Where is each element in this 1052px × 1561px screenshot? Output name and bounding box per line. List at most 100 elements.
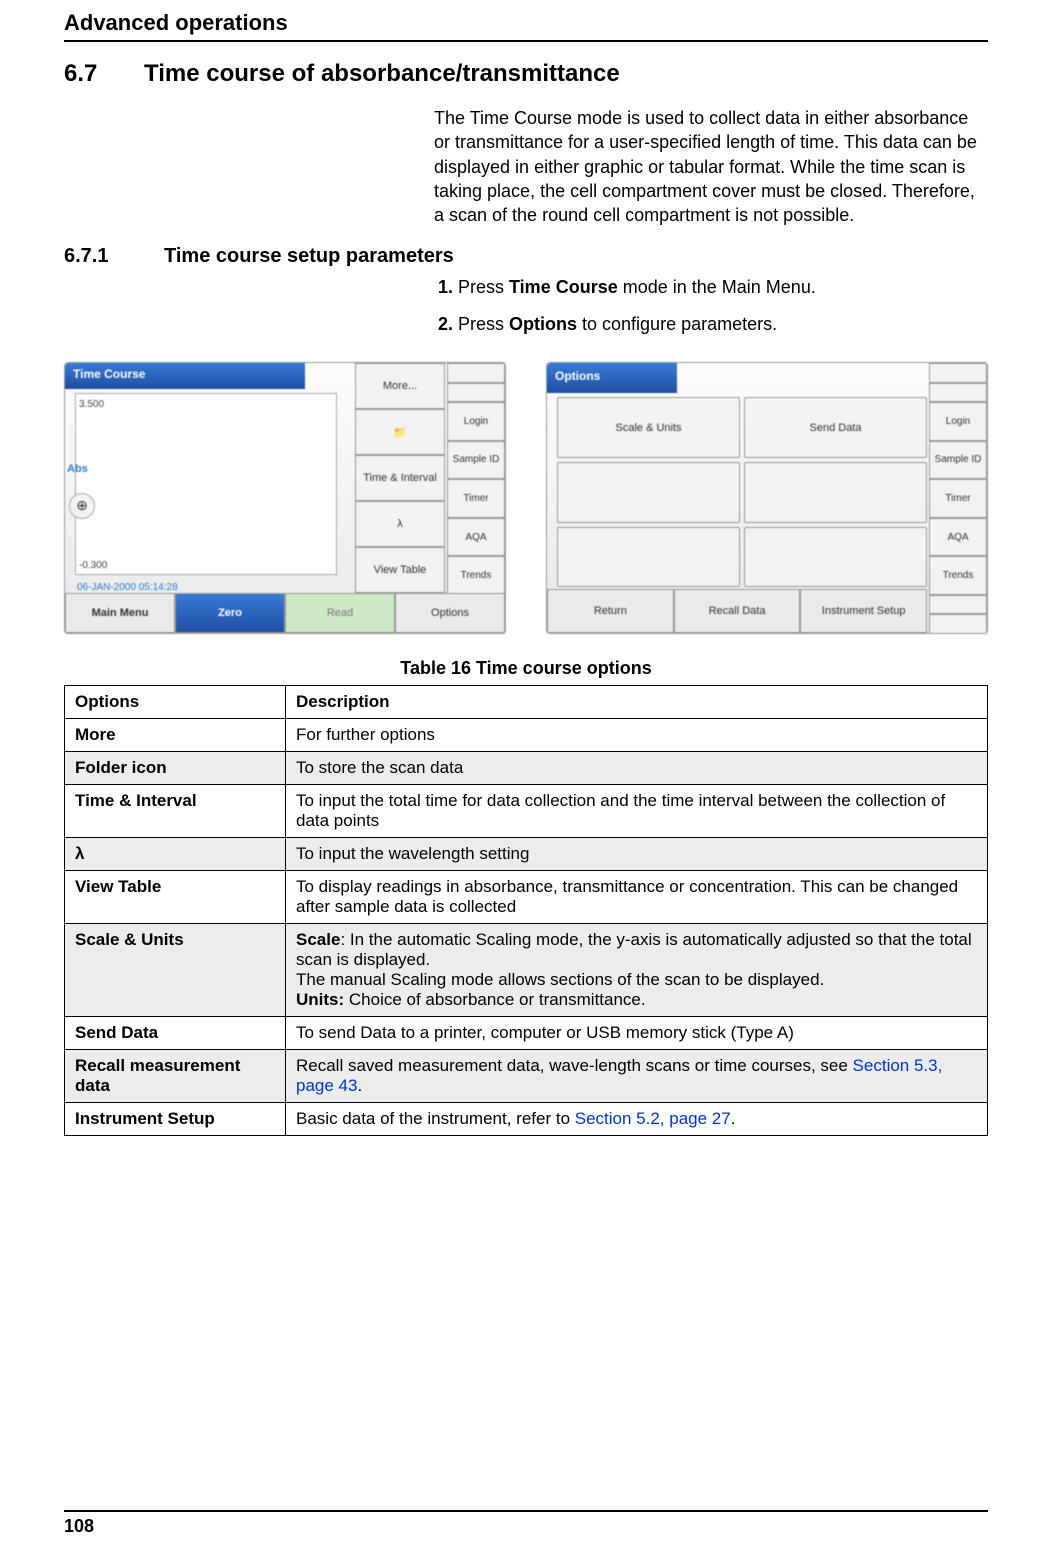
login-button[interactable]: Login <box>447 402 505 441</box>
s1-date: 06-JAN-2000 05:14:28 <box>77 582 178 593</box>
s2-grid: Scale & Units Send Data <box>557 397 927 587</box>
header-rule <box>64 40 988 42</box>
step-1-bold: Time Course <box>509 277 618 297</box>
section-heading: 6.7Time course of absorbance/transmittan… <box>64 60 988 88</box>
time-interval-button[interactable]: Time & Interval <box>355 455 445 501</box>
row-opt: λ <box>65 838 286 871</box>
scale-units-button[interactable]: Scale & Units <box>557 397 740 458</box>
step-2: Press Options to configure parameters. <box>458 311 988 338</box>
view-table-button[interactable]: View Table <box>355 547 445 593</box>
table-row: Recall measurement data Recall saved mea… <box>65 1050 988 1103</box>
row-opt: View Table <box>65 871 286 924</box>
table-row: View Table To display readings in absorb… <box>65 871 988 924</box>
table-row: Scale & Units Scale: In the automatic Sc… <box>65 924 988 1017</box>
sample-id-button[interactable]: Sample ID <box>447 441 505 480</box>
desc-post: . <box>731 1109 736 1128</box>
table-row: More For further options <box>65 719 988 752</box>
row-opt: Recall measurement data <box>65 1050 286 1103</box>
aqa-button[interactable]: AQA <box>447 518 505 557</box>
row-desc: Recall saved measurement data, wave-leng… <box>286 1050 988 1103</box>
aqa-button[interactable]: AQA <box>929 518 987 557</box>
row-desc: To display readings in absorbance, trans… <box>286 871 988 924</box>
s2-sidebar: Login Sample ID Timer AQA Trends <box>929 363 987 633</box>
scroll-up-icon[interactable] <box>447 363 505 402</box>
row-opt: Folder icon <box>65 752 286 785</box>
empty-cell <box>557 462 740 523</box>
step-2-pre: Press <box>458 314 509 334</box>
sample-id-button[interactable]: Sample ID <box>929 441 987 480</box>
step-1-post: mode in the Main Menu. <box>618 277 816 297</box>
options-button[interactable]: Options <box>395 593 505 633</box>
desc-post: . <box>357 1076 362 1095</box>
scale-text2: The manual Scaling mode allows sections … <box>296 970 824 989</box>
timer-button[interactable]: Timer <box>929 479 987 518</box>
row-opt: Time & Interval <box>65 785 286 838</box>
table-row: Send Data To send Data to a printer, com… <box>65 1017 988 1050</box>
s1-right-column: More... 📁 Time & Interval λ View Table <box>355 363 445 593</box>
scroll-down-icon[interactable] <box>929 595 987 634</box>
trends-button[interactable]: Trends <box>929 556 987 595</box>
row-desc: To input the wavelength setting <box>286 838 988 871</box>
units-bold: Units: <box>296 990 344 1009</box>
folder-icon[interactable]: 📁 <box>355 409 445 455</box>
s1-plot-area <box>75 393 337 575</box>
read-button[interactable]: Read <box>285 593 395 633</box>
more-button[interactable]: More... <box>355 363 445 409</box>
scroll-up-icon[interactable] <box>929 363 987 402</box>
table-row: Instrument Setup Basic data of the instr… <box>65 1103 988 1136</box>
page-number: 108 <box>64 1516 988 1537</box>
trends-button[interactable]: Trends <box>447 556 505 595</box>
desc-pre: Basic data of the instrument, refer to <box>296 1109 575 1128</box>
recall-data-button[interactable]: Recall Data <box>674 589 801 633</box>
row-opt: Send Data <box>65 1017 286 1050</box>
th-options: Options <box>65 686 286 719</box>
desc-pre: Recall saved measurement data, wave-leng… <box>296 1056 853 1075</box>
row-opt: Scale & Units <box>65 924 286 1017</box>
steps-list: Press Time Course mode in the Main Menu.… <box>434 274 988 338</box>
s1-ymax: 3.500 <box>79 399 104 410</box>
step-1-pre: Press <box>458 277 509 297</box>
empty-cell <box>744 527 927 588</box>
section-body: The Time Course mode is used to collect … <box>434 106 988 227</box>
timer-button[interactable]: Timer <box>447 479 505 518</box>
units-text: Choice of absorbance or transmittance. <box>344 990 645 1009</box>
options-table: Options Description More For further opt… <box>64 685 988 1136</box>
main-menu-button[interactable]: Main Menu <box>65 593 175 633</box>
subsection-title: Time course setup parameters <box>164 245 454 267</box>
screenshot-options: Options Scale & Units Send Data Login Sa… <box>546 362 988 634</box>
subsection-heading: 6.7.1Time course setup parameters <box>64 245 988 268</box>
return-button[interactable]: Return <box>547 589 674 633</box>
row-desc: Basic data of the instrument, refer to S… <box>286 1103 988 1136</box>
send-data-button[interactable]: Send Data <box>744 397 927 458</box>
scale-bold: Scale <box>296 930 340 949</box>
zero-button[interactable]: Zero <box>175 593 285 633</box>
running-header: Advanced operations <box>64 0 988 40</box>
row-desc: To store the scan data <box>286 752 988 785</box>
subsection-number: 6.7.1 <box>64 245 164 268</box>
row-opt: More <box>65 719 286 752</box>
row-desc: For further options <box>286 719 988 752</box>
lambda-button[interactable]: λ <box>355 501 445 547</box>
row-opt: Instrument Setup <box>65 1103 286 1136</box>
s1-bottom-bar: Main Menu Zero Read Options <box>65 593 505 633</box>
s1-abs-label: Abs <box>67 463 88 475</box>
s1-ymin: -0.300 <box>79 560 107 571</box>
step-2-post: to configure parameters. <box>577 314 777 334</box>
step-2-bold: Options <box>509 314 577 334</box>
empty-cell <box>744 462 927 523</box>
step-1: Press Time Course mode in the Main Menu. <box>458 274 988 301</box>
table-caption: Table 16 Time course options <box>64 658 988 679</box>
login-button[interactable]: Login <box>929 402 987 441</box>
section-title: Time course of absorbance/transmittance <box>144 60 620 87</box>
xref-link[interactable]: Section 5.2, page 27 <box>575 1109 731 1128</box>
screenshot-time-course: Time Course 3.500 -0.300 Abs ⊕ 06-JAN-20… <box>64 362 506 634</box>
footer-rule <box>64 1510 988 1512</box>
row-desc: To send Data to a printer, computer or U… <box>286 1017 988 1050</box>
row-desc: To input the total time for data collect… <box>286 785 988 838</box>
table-row: Folder icon To store the scan data <box>65 752 988 785</box>
th-description: Description <box>286 686 988 719</box>
instrument-setup-button[interactable]: Instrument Setup <box>800 589 927 633</box>
section-number: 6.7 <box>64 60 144 88</box>
screenshots-row: Time Course 3.500 -0.300 Abs ⊕ 06-JAN-20… <box>64 362 988 634</box>
table-row: Time & Interval To input the total time … <box>65 785 988 838</box>
